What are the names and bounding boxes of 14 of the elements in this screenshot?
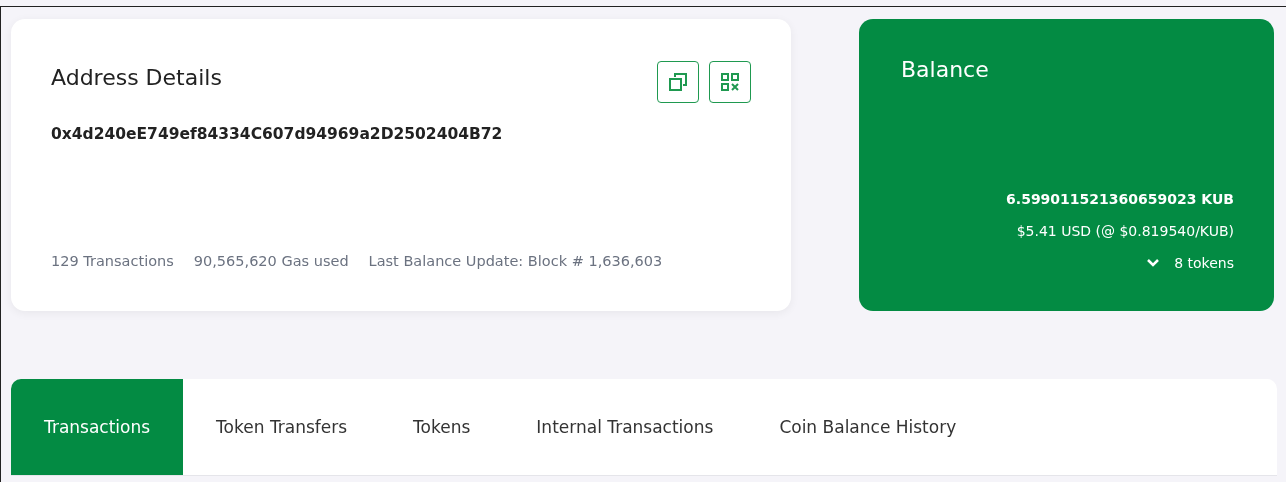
balance-amount: 6.599011521360659023 KUB	[1006, 191, 1234, 207]
copy-button[interactable]	[657, 61, 699, 103]
copy-icon	[668, 72, 688, 92]
balance-usd: $5.41 USD (@ $0.819540/KUB)	[1016, 223, 1234, 239]
qr-code-button[interactable]	[709, 61, 751, 103]
balance-title: Balance	[901, 57, 990, 82]
address-stat: 129 Transactions	[51, 253, 174, 269]
address-stat: 90,565,620 Gas used	[193, 253, 349, 269]
qr-code-icon	[720, 72, 740, 92]
tokens-toggle[interactable]: 8 tokens	[1146, 255, 1234, 271]
address-hash: 0x4d240eE749ef84334C607d94969a2D2502404B72	[51, 125, 504, 143]
card-title: Address Details	[51, 65, 222, 90]
tab[interactable]: Transactions	[11, 379, 184, 475]
address-stat: Last Balance Update: Block # 1,636,603	[368, 253, 663, 269]
